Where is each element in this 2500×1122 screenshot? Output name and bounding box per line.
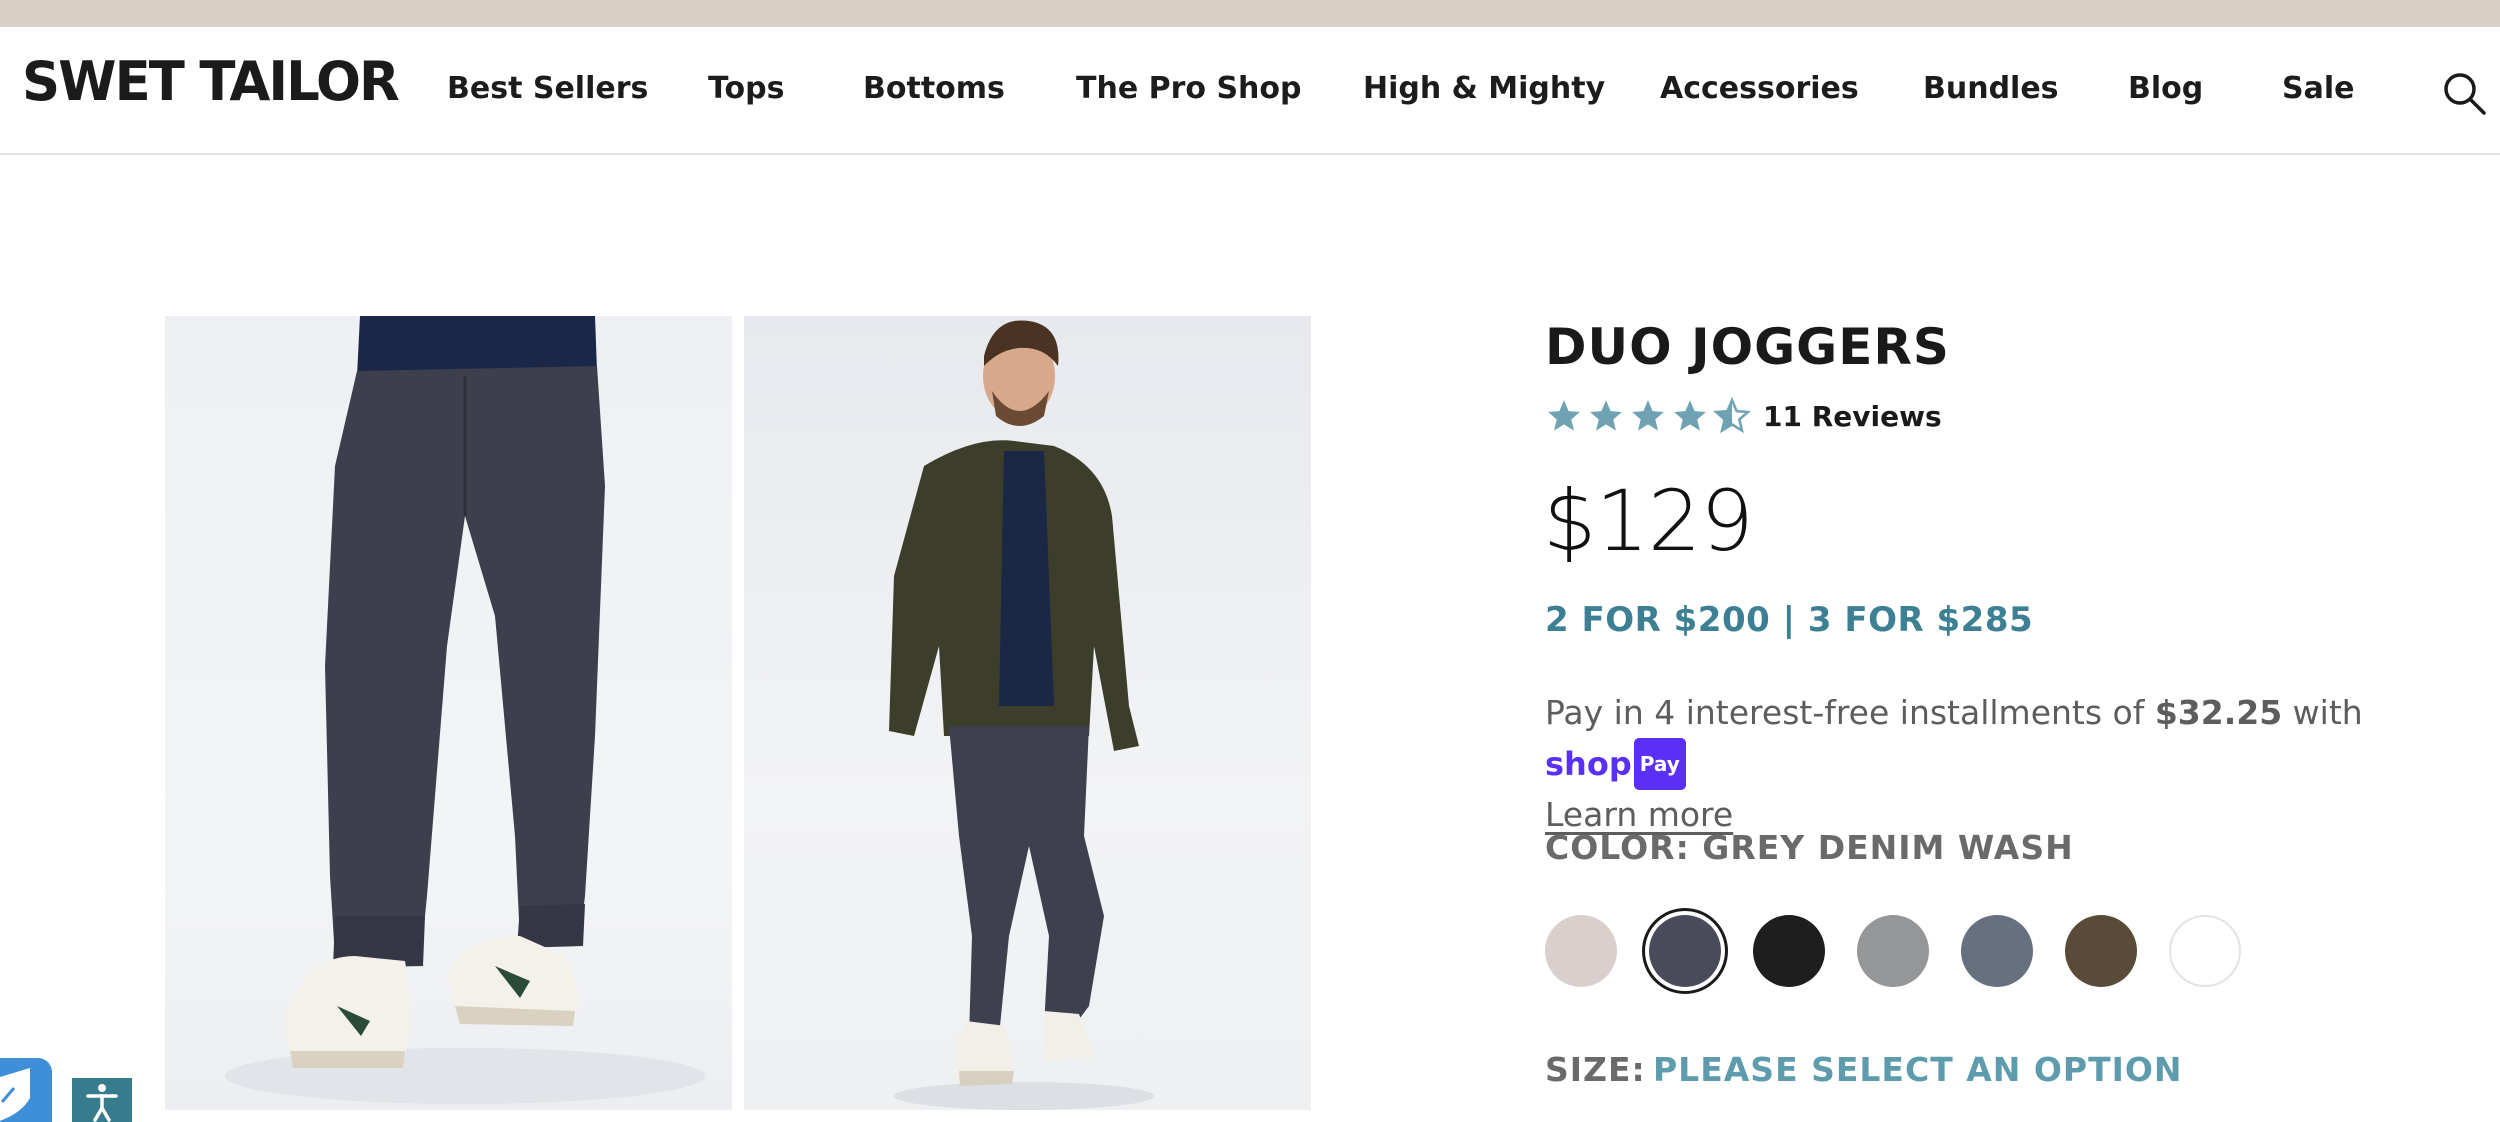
accessibility-icon [86,1084,118,1122]
nav-item-accessories[interactable]: Accessories [1660,71,1859,106]
shop-pay-wordmark: shop [1545,745,1632,783]
nav-item-sale[interactable]: Sale [2282,71,2354,106]
search-button[interactable] [2440,69,2488,117]
product-image-model[interactable] [744,316,1311,1110]
shield-icon [0,1068,30,1121]
shop-pay-logo: shop Pay [1545,738,1686,790]
bundle-offer: 2 FOR $200 | 3 FOR $285 [1545,600,2034,640]
size-select-prompt[interactable]: PLEASE SELECT AN OPTION [1653,1050,2183,1089]
product-price: $129 [1543,472,1754,570]
star-icon [1632,400,1664,431]
search-icon [2444,73,2486,115]
color-swatch-white[interactable] [2169,915,2241,987]
shop-pay-badge: Pay [1633,738,1686,790]
nav-item-high-mighty[interactable]: High & Mighty [1363,71,1605,106]
nav-item-blog[interactable]: Blog [2128,71,2203,106]
color-swatch-slate[interactable] [1961,915,2033,987]
shop-pay-installments: Pay in 4 interest-free installments of $… [1545,688,2485,840]
star-icon [1674,400,1706,431]
installments-suffix: with [2282,693,2363,732]
color-label: COLOR: GREY DENIM WASH [1545,828,2074,867]
product-image-front[interactable] [165,316,732,1110]
product-rating[interactable]: 11 Reviews [1545,394,1942,438]
half-star-icon [1713,397,1751,434]
product-title: DUO JOGGERS [1545,318,1950,376]
nav-item-bottoms[interactable]: Bottoms [863,71,1005,106]
joggers-photo [225,316,705,1104]
color-swatch-grey-denim-wash[interactable] [1649,915,1721,987]
color-swatch-brown[interactable] [2065,915,2137,987]
size-label: SIZE: [1545,1050,1646,1089]
color-swatch-grey[interactable] [1857,915,1929,987]
promo-strip [0,0,2500,27]
nav-item-bundles[interactable]: Bundles [1923,71,2059,106]
color-swatch-black[interactable] [1753,915,1825,987]
nav-item-pro-shop[interactable]: The Pro Shop [1076,71,1302,106]
installments-prefix: Pay in 4 interest-free installments of [1545,693,2155,732]
site-header: SWET TAILOR Best Sellers Tops Bottoms Th… [0,27,2500,155]
nav-item-tops[interactable]: Tops [708,71,784,106]
color-swatch-light-pink[interactable] [1545,915,1617,987]
star-icon [1548,400,1580,431]
installment-amount: $32.25 [2154,693,2283,732]
accessibility-button[interactable] [72,1078,132,1122]
reviews-count[interactable]: 11 Reviews [1763,400,1942,433]
rating-stars [1545,397,1751,435]
shield-widget[interactable] [0,1058,52,1122]
brand-logo[interactable]: SWET TAILOR [22,55,400,109]
star-icon [1590,400,1622,431]
nav-item-best-sellers[interactable]: Best Sellers [447,71,648,106]
model-photo [889,320,1154,1110]
